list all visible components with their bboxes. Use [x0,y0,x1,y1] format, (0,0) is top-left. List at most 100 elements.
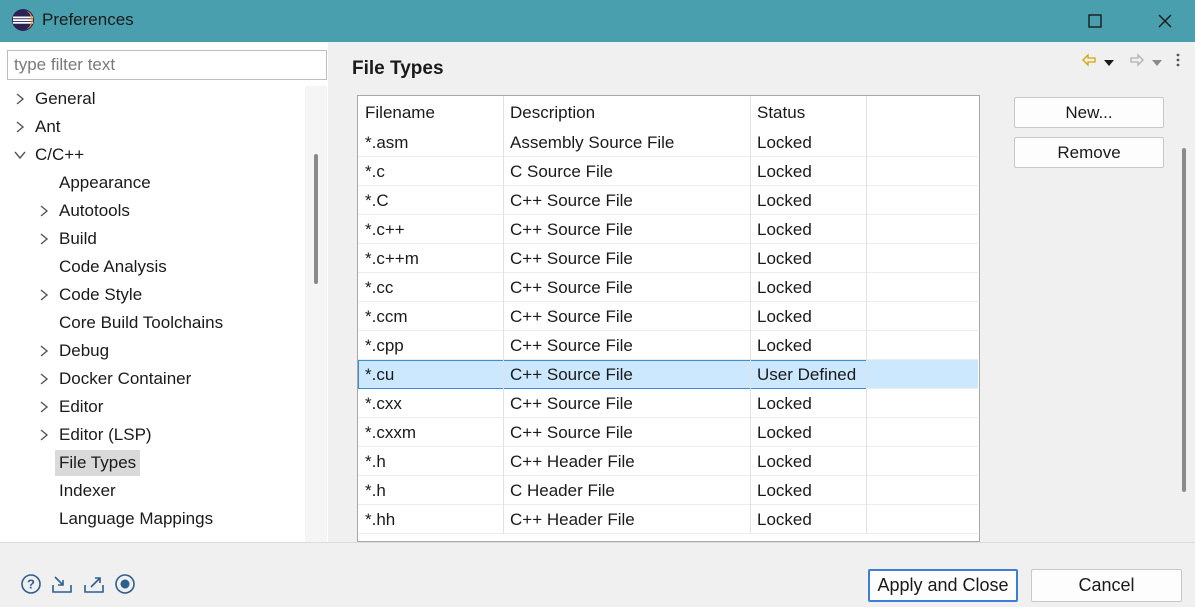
page-scrollbar[interactable] [1174,42,1194,542]
chevron-right-icon[interactable] [38,429,50,441]
tree-item-label: Ant [35,117,61,136]
chevron-right-icon[interactable] [38,233,50,245]
chevron-right-icon[interactable] [14,93,26,105]
tree-item[interactable]: Autotools [0,198,300,224]
apply-and-close-button[interactable]: Apply and Close [868,569,1018,602]
filter-input[interactable] [7,50,327,80]
tree-item-label: Build [59,229,97,248]
back-menu-icon[interactable] [1103,54,1115,74]
column-header-description[interactable]: Description [503,96,751,128]
cell-description: C++ Header File [503,505,751,534]
tree-item-label: Code Style [59,285,143,304]
table-row[interactable]: *.h C Header File Locked [358,476,978,505]
tree-item[interactable]: Editor (LSP) [0,422,300,448]
import-icon[interactable] [51,573,73,595]
tree-item-label: File Types [55,450,141,476]
tree-item[interactable]: C/C++ [0,142,300,168]
export-icon[interactable] [83,573,105,595]
maximize-icon [1088,14,1102,28]
tree-item[interactable]: Code Analysis [0,254,300,280]
cell-filename: *.asm [358,128,504,157]
tree-item-label: C/C++ [35,145,85,164]
remove-button[interactable]: Remove [1014,137,1164,168]
cell-description: C++ Source File [503,360,751,389]
cell-status: Locked [750,128,867,157]
table-row[interactable]: *.c++m C++ Source File Locked [358,244,978,273]
tree-item[interactable]: File Types [0,450,300,476]
column-header-filename[interactable]: Filename [358,96,504,128]
maximize-button[interactable] [1060,0,1130,42]
table-row[interactable]: *.c C Source File Locked [358,157,978,186]
cell-filler [866,331,978,360]
table-row[interactable]: *.asm Assembly Source File Locked [358,128,978,157]
tree-item[interactable]: Build [0,226,300,252]
tree-item[interactable]: Ant [0,114,300,140]
chevron-right-icon[interactable] [14,121,26,133]
tree-item[interactable]: Docker Container [0,366,300,392]
record-icon[interactable] [114,573,136,595]
table-row[interactable]: *.ccm C++ Source File Locked [358,302,978,331]
tree-item-label: Debug [59,341,110,360]
table-row[interactable]: *.cxx C++ Source File Locked [358,389,978,418]
back-arrow-icon[interactable] [1081,52,1097,73]
close-button[interactable] [1130,0,1195,42]
cell-filename: *.c++m [358,244,504,273]
cell-description: C++ Source File [503,186,751,215]
cell-description: C Header File [503,476,751,505]
tree-item[interactable]: Core Build Toolchains [0,310,300,336]
table-row[interactable]: *.hh C++ Header File Locked [358,505,978,534]
forward-menu-icon[interactable] [1151,54,1163,74]
file-types-table: Filename Description Status *.asm Assembl… [357,95,980,542]
title-bar: Preferences [0,0,1195,42]
table-row[interactable]: *.h C++ Header File Locked [358,447,978,476]
cell-filename: *.c [358,157,504,186]
cell-description: C++ Source File [503,273,751,302]
chevron-right-icon[interactable] [38,205,50,217]
cell-description: C++ Source File [503,389,751,418]
chevron-right-icon[interactable] [38,289,50,301]
tree-item[interactable]: Debug [0,338,300,364]
pane-divider[interactable] [328,42,338,542]
cell-description: C++ Header File [503,447,751,476]
tree-item-label: Code Analysis [59,257,167,276]
table-row[interactable]: *.cxxm C++ Source File Locked [358,418,978,447]
preferences-tree: General Ant C/C++ Appearance Autotools Build C… [0,86,305,542]
new-button[interactable]: New... [1014,97,1164,128]
help-icon[interactable]: ? [20,573,42,595]
table-row[interactable]: *.cpp C++ Source File Locked [358,331,978,360]
cell-filename: *.cu [358,360,504,389]
tree-item[interactable]: Appearance [0,170,300,196]
tree-item-label: General [35,89,96,108]
tree-item[interactable]: Code Style [0,282,300,308]
cell-status: Locked [750,418,867,447]
page-scrollbar-thumb[interactable] [1182,148,1186,492]
tree-item[interactable]: Editor [0,394,300,420]
tree-scrollbar-thumb[interactable] [314,154,318,284]
table-row[interactable]: *.cc C++ Source File Locked [358,273,978,302]
table-body: *.asm Assembly Source File Locked *.c C Sour… [358,128,978,541]
cell-status: Locked [750,447,867,476]
table-scrollbar[interactable] [979,96,980,541]
minimize-icon [1019,20,1031,22]
cell-filename: *.h [358,476,504,505]
table-row[interactable]: *.c++ C++ Source File Locked [358,215,978,244]
forward-arrow-icon[interactable] [1129,52,1145,73]
column-header-status[interactable]: Status [750,96,867,128]
cell-filler [866,186,978,215]
chevron-right-icon[interactable] [38,345,50,357]
chevron-down-icon[interactable] [14,149,26,161]
cell-status: Locked [750,157,867,186]
tree-item[interactable]: Language Mappings [0,506,300,532]
chevron-right-icon[interactable] [38,373,50,385]
minimize-button[interactable] [990,0,1060,42]
table-row[interactable]: *.C C++ Source File Locked [358,186,978,215]
tree-item[interactable]: General [0,86,300,112]
chevron-right-icon[interactable] [38,401,50,413]
cell-description: Assembly Source File [503,128,751,157]
cancel-button[interactable]: Cancel [1031,569,1182,602]
table-row[interactable]: *.cu C++ Source File User Defined [358,360,978,389]
tree-item-label: Autotools [59,201,130,220]
tree-item[interactable]: Indexer [0,478,300,504]
cell-status: Locked [750,215,867,244]
tree-scrollbar[interactable] [305,86,327,542]
